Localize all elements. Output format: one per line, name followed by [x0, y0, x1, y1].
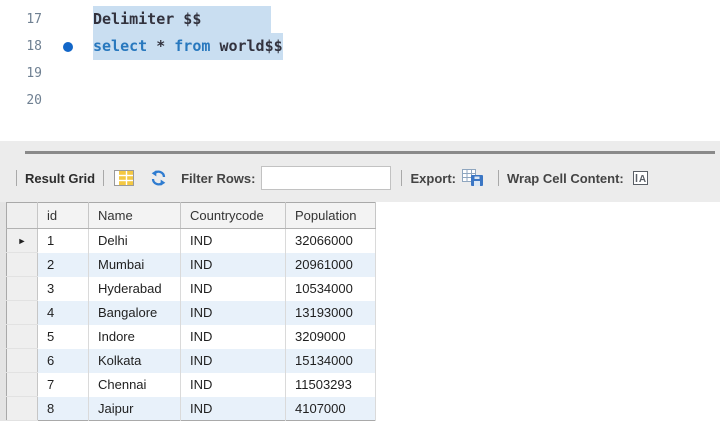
cell-countrycode[interactable]: IND — [181, 397, 286, 421]
editor-lines: 17 Delimiter $$ 18 select * from world$$ 192… — [0, 6, 720, 114]
editor-line-19[interactable]: 19 — [0, 60, 720, 87]
result-grid-area: idNameCountrycodePopulation ►1DelhiIND32… — [0, 202, 720, 436]
row-selector[interactable]: ► — [7, 229, 38, 253]
grid-row-3[interactable]: 3HyderabadIND10534000 — [7, 277, 376, 301]
line-number: 17 — [0, 6, 42, 33]
line-number: 20 — [0, 87, 42, 114]
cell-id[interactable]: 8 — [38, 397, 89, 421]
breakpoint-gutter[interactable] — [42, 60, 93, 87]
grid-body: ►1DelhiIND320660002MumbaiIND209610003Hyd… — [7, 229, 376, 421]
breakpoint-gutter[interactable] — [42, 87, 93, 114]
cell-id[interactable]: 4 — [38, 301, 89, 325]
line-number: 18 — [0, 33, 42, 60]
grid-row-8[interactable]: 8JaipurIND4107000 — [7, 397, 376, 421]
toolbar-separator — [401, 170, 402, 186]
cell-id[interactable]: 1 — [38, 229, 89, 253]
column-header-countrycode[interactable]: Countrycode — [181, 203, 286, 229]
row-selector[interactable] — [7, 253, 38, 277]
cell-name[interactable]: Bangalore — [89, 301, 181, 325]
cell-name[interactable]: Mumbai — [89, 253, 181, 277]
result-grid-label: Result Grid — [25, 171, 95, 186]
svg-text:A: A — [639, 174, 646, 185]
result-grid-table: idNameCountrycodePopulation ►1DelhiIND32… — [6, 202, 376, 421]
statement-marker-icon — [63, 42, 73, 52]
filter-rows-input[interactable] — [261, 166, 391, 190]
cell-countrycode[interactable]: IND — [181, 373, 286, 397]
cell-population[interactable]: 10534000 — [286, 277, 376, 301]
select-all-corner[interactable] — [7, 203, 38, 229]
row-selector[interactable] — [7, 397, 38, 421]
cell-population[interactable]: 15134000 — [286, 349, 376, 373]
grid-header-row: idNameCountrycodePopulation — [7, 203, 376, 229]
wrap-cell-content-icon[interactable]: A — [632, 170, 649, 186]
cell-countrycode[interactable]: IND — [181, 301, 286, 325]
toolbar-separator — [498, 170, 499, 186]
cell-countrycode[interactable]: IND — [181, 229, 286, 253]
cell-name[interactable]: Jaipur — [89, 397, 181, 421]
row-selector[interactable] — [7, 325, 38, 349]
column-header-population[interactable]: Population — [286, 203, 376, 229]
results-panel: Result Grid Filter Rows: Export: — [0, 141, 720, 202]
grid-row-1[interactable]: ►1DelhiIND32066000 — [7, 229, 376, 253]
grid-row-7[interactable]: 7ChennaiIND11503293 — [7, 373, 376, 397]
editor-line-20[interactable]: 20 — [0, 87, 720, 114]
cell-name[interactable]: Kolkata — [89, 349, 181, 373]
cell-countrycode[interactable]: IND — [181, 349, 286, 373]
cell-population[interactable]: 32066000 — [286, 229, 376, 253]
cell-id[interactable]: 2 — [38, 253, 89, 277]
wrap-cell-content-label: Wrap Cell Content: — [507, 171, 624, 186]
cell-countrycode[interactable]: IND — [181, 253, 286, 277]
grid-row-2[interactable]: 2MumbaiIND20961000 — [7, 253, 376, 277]
cell-name[interactable]: Indore — [89, 325, 181, 349]
row-selector[interactable] — [7, 349, 38, 373]
grid-row-5[interactable]: 5IndoreIND3209000 — [7, 325, 376, 349]
cell-id[interactable]: 3 — [38, 277, 89, 301]
toolbar-separator — [103, 170, 104, 186]
breakpoint-gutter[interactable] — [42, 6, 93, 33]
export-label: Export: — [410, 171, 456, 186]
cell-id[interactable]: 6 — [38, 349, 89, 373]
code-text: select * from world$$ — [93, 33, 283, 60]
toolbar-separator — [16, 170, 17, 186]
row-selector[interactable] — [7, 277, 38, 301]
grid-row-6[interactable]: 6KolkataIND15134000 — [7, 349, 376, 373]
grid-view-icon[interactable] — [114, 170, 134, 186]
cell-population[interactable]: 11503293 — [286, 373, 376, 397]
result-grid-container: idNameCountrycodePopulation ►1DelhiIND32… — [0, 202, 376, 421]
column-header-name[interactable]: Name — [89, 203, 181, 229]
cell-population[interactable]: 13193000 — [286, 301, 376, 325]
breakpoint-gutter[interactable] — [42, 33, 93, 60]
cell-name[interactable]: Delhi — [89, 229, 181, 253]
column-header-id[interactable]: id — [38, 203, 89, 229]
refresh-icon[interactable] — [150, 170, 167, 186]
grid-row-4[interactable]: 4BangaloreIND13193000 — [7, 301, 376, 325]
cell-id[interactable]: 7 — [38, 373, 89, 397]
editor-line-18[interactable]: 18 select * from world$$ — [0, 33, 720, 60]
cell-id[interactable]: 5 — [38, 325, 89, 349]
sql-editor[interactable]: 17 Delimiter $$ 18 select * from world$$ 192… — [0, 0, 720, 141]
cell-population[interactable]: 20961000 — [286, 253, 376, 277]
cell-name[interactable]: Chennai — [89, 373, 181, 397]
cell-countrycode[interactable]: IND — [181, 277, 286, 301]
filter-rows-label: Filter Rows: — [181, 171, 255, 186]
cell-population[interactable]: 4107000 — [286, 397, 376, 421]
editor-line-17[interactable]: 17 Delimiter $$ — [0, 6, 720, 33]
export-recordset-icon[interactable] — [462, 169, 484, 187]
cell-countrycode[interactable]: IND — [181, 325, 286, 349]
row-selector[interactable] — [7, 373, 38, 397]
line-number: 19 — [0, 60, 42, 87]
code-text: Delimiter $$ — [93, 6, 271, 33]
result-grid-toolbar: Result Grid Filter Rows: Export: — [0, 154, 720, 202]
cell-population[interactable]: 3209000 — [286, 325, 376, 349]
cell-name[interactable]: Hyderabad — [89, 277, 181, 301]
row-selector[interactable] — [7, 301, 38, 325]
